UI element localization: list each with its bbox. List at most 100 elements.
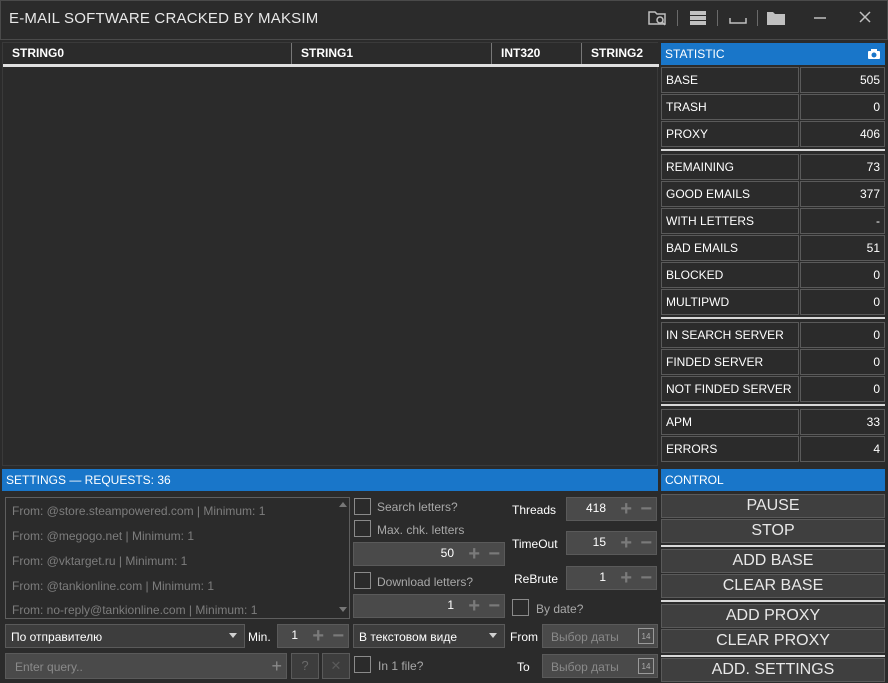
select-value: По отправителю [11, 630, 103, 644]
stepper-value[interactable]: 15 [593, 535, 606, 549]
plus-icon[interactable]: + [468, 596, 480, 616]
minus-icon[interactable]: − [488, 544, 500, 564]
stat-row-errors: ERRORS 4 [661, 436, 885, 462]
add-query-icon[interactable]: + [271, 656, 282, 677]
in-one-file-checkbox[interactable] [354, 656, 371, 673]
column-header-int320[interactable]: INT320 [491, 43, 581, 64]
control-header: CONTROL [661, 469, 885, 491]
date-placeholder: Выбор даты [551, 630, 619, 644]
sort-select[interactable]: По отправителю [5, 624, 245, 648]
camera-icon[interactable] [867, 46, 881, 68]
from-date-picker[interactable]: Выбор даты 14 [542, 624, 658, 648]
timeout-stepper[interactable]: 15 + − [566, 531, 657, 555]
query-placeholder: Enter query.. [15, 660, 83, 674]
stat-label: BLOCKED [661, 262, 799, 288]
stat-divider [661, 404, 885, 406]
scroll-down-icon[interactable] [339, 607, 347, 612]
download-letters-checkbox[interactable] [354, 572, 371, 589]
max-chk-letters-stepper[interactable]: 50 + − [353, 542, 505, 566]
download-letters-stepper[interactable]: 1 + − [353, 594, 505, 618]
minus-icon[interactable]: − [488, 596, 500, 616]
help-button[interactable]: ? [291, 653, 319, 679]
plus-icon[interactable]: + [468, 544, 480, 564]
in-one-file-label: In 1 file? [378, 659, 424, 673]
download-letters-label: Download letters? [377, 575, 474, 589]
minus-icon[interactable]: − [640, 568, 652, 588]
list-item[interactable]: From: @tankionline.com | Minimum: 1 [12, 579, 214, 593]
minus-icon[interactable]: − [332, 626, 344, 646]
stat-divider [661, 317, 885, 319]
plus-icon[interactable]: + [620, 568, 632, 588]
select-value: В текстовом виде [359, 630, 458, 644]
stepper-value[interactable]: 50 [441, 546, 454, 560]
search-folder-icon[interactable] [647, 9, 669, 27]
control-divider [661, 600, 885, 602]
stat-value: 0 [800, 322, 885, 348]
control-divider [661, 655, 885, 657]
from-label: From [510, 630, 538, 644]
data-table[interactable]: STRING0 STRING1 INT320 STRING2 [2, 42, 659, 466]
stat-label: WITH LETTERS [661, 208, 799, 234]
threads-stepper[interactable]: 418 + − [566, 497, 657, 521]
by-date-checkbox[interactable] [512, 599, 529, 616]
list-item[interactable]: From: @megogo.net | Minimum: 1 [12, 529, 194, 543]
clear-base-button[interactable]: CLEAR BASE [661, 574, 885, 598]
to-date-picker[interactable]: Выбор даты 14 [542, 654, 658, 678]
stat-row-not-finded-server: NOT FINDED SERVER 0 [661, 376, 885, 402]
pause-button[interactable]: PAUSE [661, 494, 885, 518]
rebrute-stepper[interactable]: 1 + − [566, 566, 657, 590]
title-separator [717, 10, 718, 26]
stat-label: MULTIPWD [661, 289, 799, 315]
add-proxy-button[interactable]: ADD PROXY [661, 604, 885, 628]
list-icon[interactable] [687, 9, 709, 27]
add-settings-button[interactable]: ADD. SETTINGS [661, 658, 885, 682]
stat-row-finded-server: FINDED SERVER 0 [661, 349, 885, 375]
add-base-button[interactable]: ADD BASE [661, 549, 885, 573]
plus-icon[interactable]: + [620, 533, 632, 553]
stat-row-good-emails: GOOD EMAILS 377 [661, 181, 885, 207]
stop-button[interactable]: STOP [661, 519, 885, 543]
close-icon[interactable] [854, 9, 876, 27]
stat-value: 406 [800, 121, 885, 147]
list-item[interactable]: From: no-reply@tankionline.com | Minimum… [12, 603, 257, 617]
minus-icon[interactable]: − [640, 499, 652, 519]
calendar-icon[interactable]: 14 [638, 658, 654, 674]
plus-icon[interactable]: + [312, 626, 324, 646]
stat-value: 377 [800, 181, 885, 207]
min-stepper[interactable]: 1 + − [277, 624, 349, 648]
minus-icon[interactable]: − [640, 533, 652, 553]
stat-row-apm: APM 33 [661, 409, 885, 435]
list-item[interactable]: From: @store.steampowered.com | Minimum:… [12, 504, 265, 518]
folder-icon[interactable] [765, 9, 787, 27]
search-letters-label: Search letters? [377, 500, 458, 514]
plus-icon[interactable]: + [620, 499, 632, 519]
stat-row-multipwd: MULTIPWD 0 [661, 289, 885, 315]
list-item[interactable]: From: @vktarget.ru | Minimum: 1 [12, 554, 187, 568]
stat-value: 4 [800, 436, 885, 462]
query-input[interactable]: Enter query.. + [5, 653, 287, 679]
column-header-string0[interactable]: STRING0 [3, 43, 291, 64]
stat-label: APM [661, 409, 799, 435]
stepper-value[interactable]: 1 [291, 628, 298, 642]
scroll-up-icon[interactable] [339, 502, 347, 507]
column-header-string1[interactable]: STRING1 [291, 43, 491, 64]
minimize-icon[interactable] [809, 9, 831, 27]
stat-value: 73 [800, 154, 885, 180]
search-letters-checkbox[interactable] [354, 498, 371, 515]
stat-value: 505 [800, 67, 885, 93]
minimize-bar-icon[interactable] [727, 9, 749, 27]
max-chk-letters-checkbox[interactable] [354, 520, 371, 537]
clear-proxy-button[interactable]: CLEAR PROXY [661, 629, 885, 653]
stat-label: GOOD EMAILS [661, 181, 799, 207]
stepper-value[interactable]: 1 [599, 570, 606, 584]
statistic-header: STATISTIC [661, 43, 885, 65]
calendar-icon[interactable]: 14 [638, 628, 654, 644]
rebrute-label: ReBrute [514, 572, 559, 586]
clear-query-button[interactable]: ✕ [322, 653, 350, 679]
title-separator [757, 10, 758, 26]
stepper-value[interactable]: 418 [586, 501, 606, 515]
query-list[interactable]: From: @store.steampowered.com | Minimum:… [5, 497, 350, 619]
stepper-value[interactable]: 1 [447, 598, 454, 612]
column-header-string2[interactable]: STRING2 [581, 43, 659, 64]
format-select[interactable]: В текстовом виде [353, 624, 505, 648]
